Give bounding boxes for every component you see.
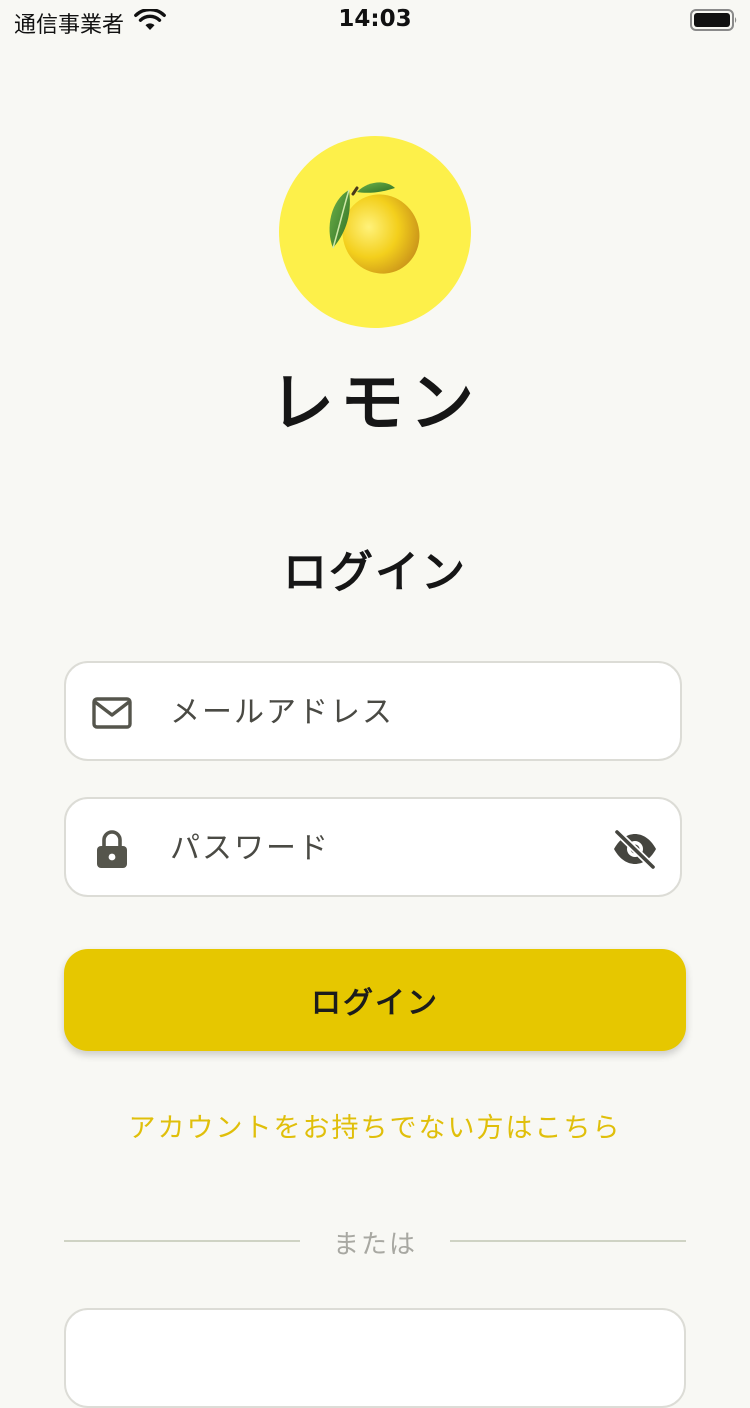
app-name: レモン [270, 367, 480, 441]
battery-icon [690, 9, 737, 31]
lock-icon [97, 830, 127, 868]
eye-off-icon[interactable] [612, 829, 658, 869]
status-time: 14:03 [338, 6, 412, 32]
password-input[interactable] [170, 819, 590, 877]
lemon-icon [329, 182, 420, 274]
password-field[interactable] [64, 797, 682, 897]
status-bar: 通信事業者 14:03 [0, 0, 750, 40]
email-field[interactable] [64, 661, 682, 761]
email-input[interactable] [170, 683, 590, 741]
mail-icon [92, 697, 132, 729]
alternative-login-button[interactable] [64, 1308, 686, 1408]
divider-label: または [332, 1230, 417, 1260]
page-title: ログイン [283, 547, 467, 598]
app-logo [279, 136, 471, 328]
login-button[interactable]: ログイン [64, 949, 686, 1051]
signup-link[interactable]: アカウントをお持ちでない方はこちら [0, 1106, 750, 1145]
divider-line-left [64, 1240, 300, 1242]
divider-line-right [450, 1240, 686, 1242]
